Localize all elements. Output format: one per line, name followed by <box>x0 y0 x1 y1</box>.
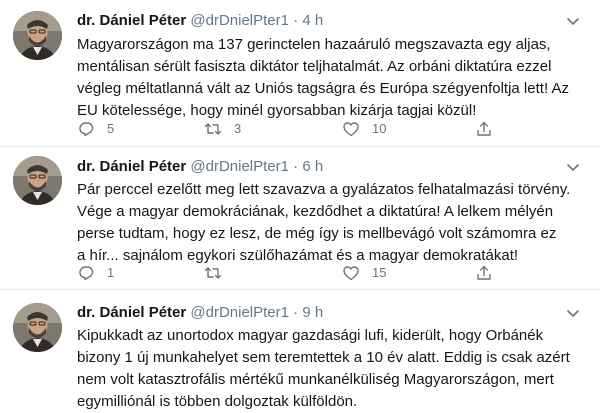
chevron-down-icon[interactable] <box>565 159 581 175</box>
share-button[interactable] <box>475 118 493 140</box>
tweet[interactable]: dr. Dániel Péter @drDnielPter1 · 9 h Kip… <box>0 290 600 413</box>
reply-icon <box>77 264 95 282</box>
tweet-actions: 5 3 10 <box>77 118 587 140</box>
profile-photo <box>13 156 62 205</box>
tweet-text: Kipukkadt az unortodox magyar gazdasági … <box>77 327 570 410</box>
share-button[interactable] <box>475 262 493 284</box>
profile-photo <box>13 11 62 60</box>
tweet-text: Pár perccel ezelőtt meg lett szavazva a … <box>77 181 571 264</box>
tweet-time[interactable]: 9 h <box>302 304 323 321</box>
like-count: 10 <box>372 121 387 136</box>
chevron-down-icon[interactable] <box>565 13 581 29</box>
separator-dot: · <box>293 158 299 175</box>
separator-dot: · <box>293 12 299 29</box>
reply-icon <box>77 120 95 138</box>
heart-icon <box>342 264 360 282</box>
user-handle[interactable]: @drDnielPter1 <box>190 158 289 175</box>
display-name[interactable]: dr. Dániel Péter <box>77 304 186 321</box>
tweet-time[interactable]: 6 h <box>302 158 323 175</box>
chevron-down-icon[interactable] <box>565 305 581 321</box>
tweet-feed: dr. Dániel Péter @drDnielPter1 · 4 h Mag… <box>0 0 600 413</box>
tweet-time[interactable]: 4 h <box>302 12 323 29</box>
retweet-button[interactable]: 3 <box>204 118 241 140</box>
profile-photo <box>13 303 62 352</box>
avatar[interactable] <box>13 11 62 60</box>
retweet-count: 3 <box>234 121 242 136</box>
avatar[interactable] <box>13 156 62 205</box>
tweet-text: Magyarországon ma 137 gerinctelen hazaár… <box>77 36 569 119</box>
reply-count: 5 <box>107 121 115 136</box>
reply-button[interactable]: 5 <box>77 118 114 140</box>
display-name[interactable]: dr. Dániel Péter <box>77 158 186 175</box>
reply-button[interactable]: 1 <box>77 262 114 284</box>
retweet-button[interactable] <box>204 262 234 284</box>
share-icon <box>475 264 493 282</box>
like-button[interactable]: 10 <box>342 118 386 140</box>
user-handle[interactable]: @drDnielPter1 <box>190 12 289 29</box>
user-handle[interactable]: @drDnielPter1 <box>190 304 289 321</box>
avatar[interactable] <box>13 303 62 352</box>
like-count: 15 <box>372 265 387 280</box>
display-name[interactable]: dr. Dániel Péter <box>77 12 186 29</box>
tweet-actions: 1 15 <box>77 262 587 284</box>
heart-icon <box>342 120 360 138</box>
tweet-header: dr. Dániel Péter @drDnielPter1 · 9 h <box>77 303 323 323</box>
tweet-header: dr. Dániel Péter @drDnielPter1 · 4 h <box>77 11 323 31</box>
tweet[interactable]: dr. Dániel Péter @drDnielPter1 · 6 h Pár… <box>0 147 600 289</box>
like-button[interactable]: 15 <box>342 262 386 284</box>
tweet-header: dr. Dániel Péter @drDnielPter1 · 6 h <box>77 157 323 177</box>
tweet[interactable]: dr. Dániel Péter @drDnielPter1 · 4 h Mag… <box>0 0 600 146</box>
share-icon <box>475 120 493 138</box>
reply-count: 1 <box>107 265 115 280</box>
separator-dot: · <box>293 304 299 321</box>
retweet-icon <box>204 264 222 282</box>
retweet-icon <box>204 120 222 138</box>
